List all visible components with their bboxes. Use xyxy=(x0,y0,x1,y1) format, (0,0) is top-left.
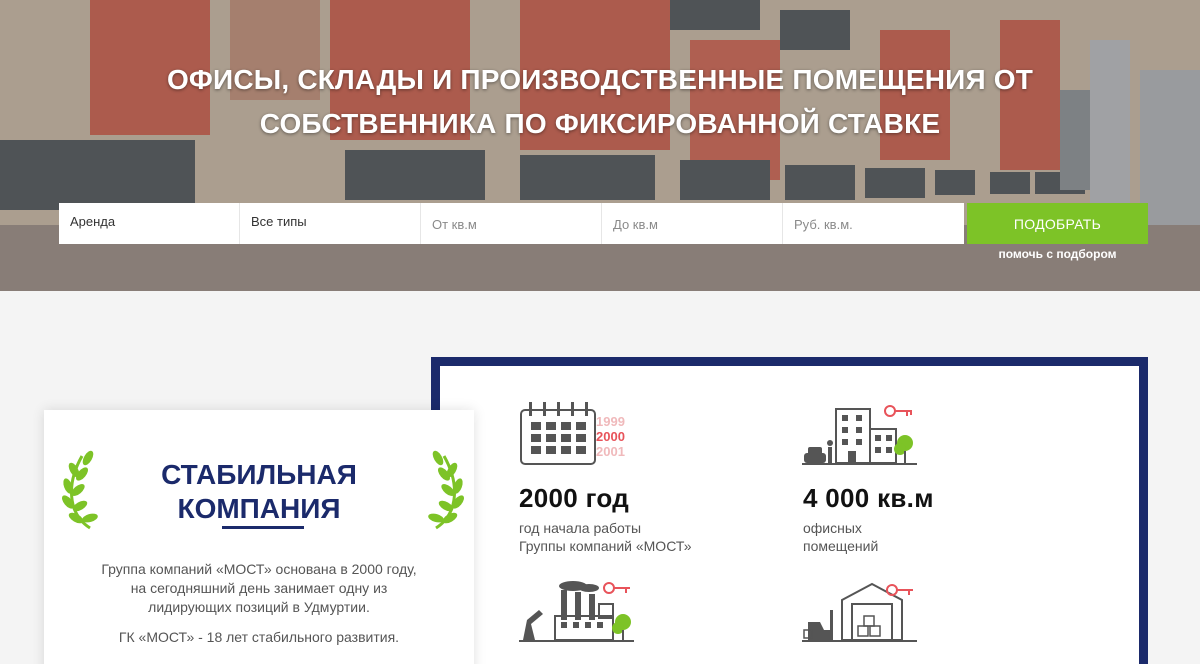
year-next: 2001 xyxy=(596,444,625,459)
deal-type-value: Аренда xyxy=(70,214,116,229)
price-input[interactable]: Руб. кв.м. xyxy=(783,203,964,244)
year-label-line2: Группы компаний «МОСТ» xyxy=(519,538,692,554)
help-with-selection-link[interactable]: помочь с подбором xyxy=(967,247,1148,261)
calendar-years: 1999 2000 2001 xyxy=(596,414,625,459)
hero-title-line1: ОФИСЫ, СКЛАДЫ И ПРОИЗВОДСТВЕННЫЕ ПОМЕЩЕН… xyxy=(166,64,1034,95)
office-label-line2: помещений xyxy=(803,538,879,554)
deal-type-select[interactable]: Аренда xyxy=(59,203,240,244)
office-area-label: офисных помещений xyxy=(803,519,878,555)
price-placeholder: Руб. кв.м. xyxy=(794,217,853,232)
office-building-icon xyxy=(802,405,917,465)
description-line3: лидирующих позиций в Удмуртии. xyxy=(148,599,370,615)
hero-title: ОФИСЫ, СКЛАДЫ И ПРОИЗВОДСТВЕННЫЕ ПОМЕЩЕН… xyxy=(0,58,1200,146)
factory-icon xyxy=(519,581,634,642)
company-tagline: ГК «МОСТ» - 18 лет стабильного развития. xyxy=(118,629,400,645)
description-line1: Группа компаний «МОСТ» основана в 2000 г… xyxy=(101,561,417,577)
property-type-value: Все типы xyxy=(251,214,307,229)
area-from-input[interactable]: От кв.м xyxy=(421,203,602,244)
hero-title-line2: СОБСТВЕННИКА ПО ФИКСИРОВАННОЙ СТАВКЕ xyxy=(259,108,941,139)
year-prev: 1999 xyxy=(596,414,625,429)
year-current: 2000 xyxy=(596,429,625,444)
office-label-line1: офисных xyxy=(803,520,862,536)
stable-company-card: СТАБИЛЬНАЯ КОМПАНИЯ Группа компаний «МОС… xyxy=(44,410,474,664)
year-founded-value: 2000 год xyxy=(519,483,629,513)
year-label-line1: год начала работы xyxy=(519,520,642,536)
property-type-select[interactable]: Все типы xyxy=(240,203,421,244)
pick-button[interactable]: ПОДОБРАТЬ xyxy=(967,203,1148,244)
description-line2: на сегодняшний день занимает одну из xyxy=(130,580,388,596)
search-form: Аренда Все типы От кв.м До кв.м Руб. кв.… xyxy=(59,203,964,244)
hero-banner: ОФИСЫ, СКЛАДЫ И ПРОИЗВОДСТВЕННЫЕ ПОМЕЩЕН… xyxy=(0,0,1200,291)
area-to-input[interactable]: До кв.м xyxy=(602,203,783,244)
office-area-value: 4 000 кв.м xyxy=(803,483,934,513)
company-description: Группа компаний «МОСТ» основана в 2000 г… xyxy=(84,560,434,617)
area-from-placeholder: От кв.м xyxy=(432,217,477,232)
card-title: СТАБИЛЬНАЯ КОМПАНИЯ xyxy=(44,458,474,526)
card-title-line1: СТАБИЛЬНАЯ xyxy=(161,459,357,490)
title-underline xyxy=(222,526,304,529)
card-title-line2: КОМПАНИЯ xyxy=(177,493,341,524)
area-to-placeholder: До кв.м xyxy=(613,217,658,232)
year-founded-label: год начала работы Группы компаний «МОСТ» xyxy=(519,519,692,555)
warehouse-icon xyxy=(802,582,917,642)
